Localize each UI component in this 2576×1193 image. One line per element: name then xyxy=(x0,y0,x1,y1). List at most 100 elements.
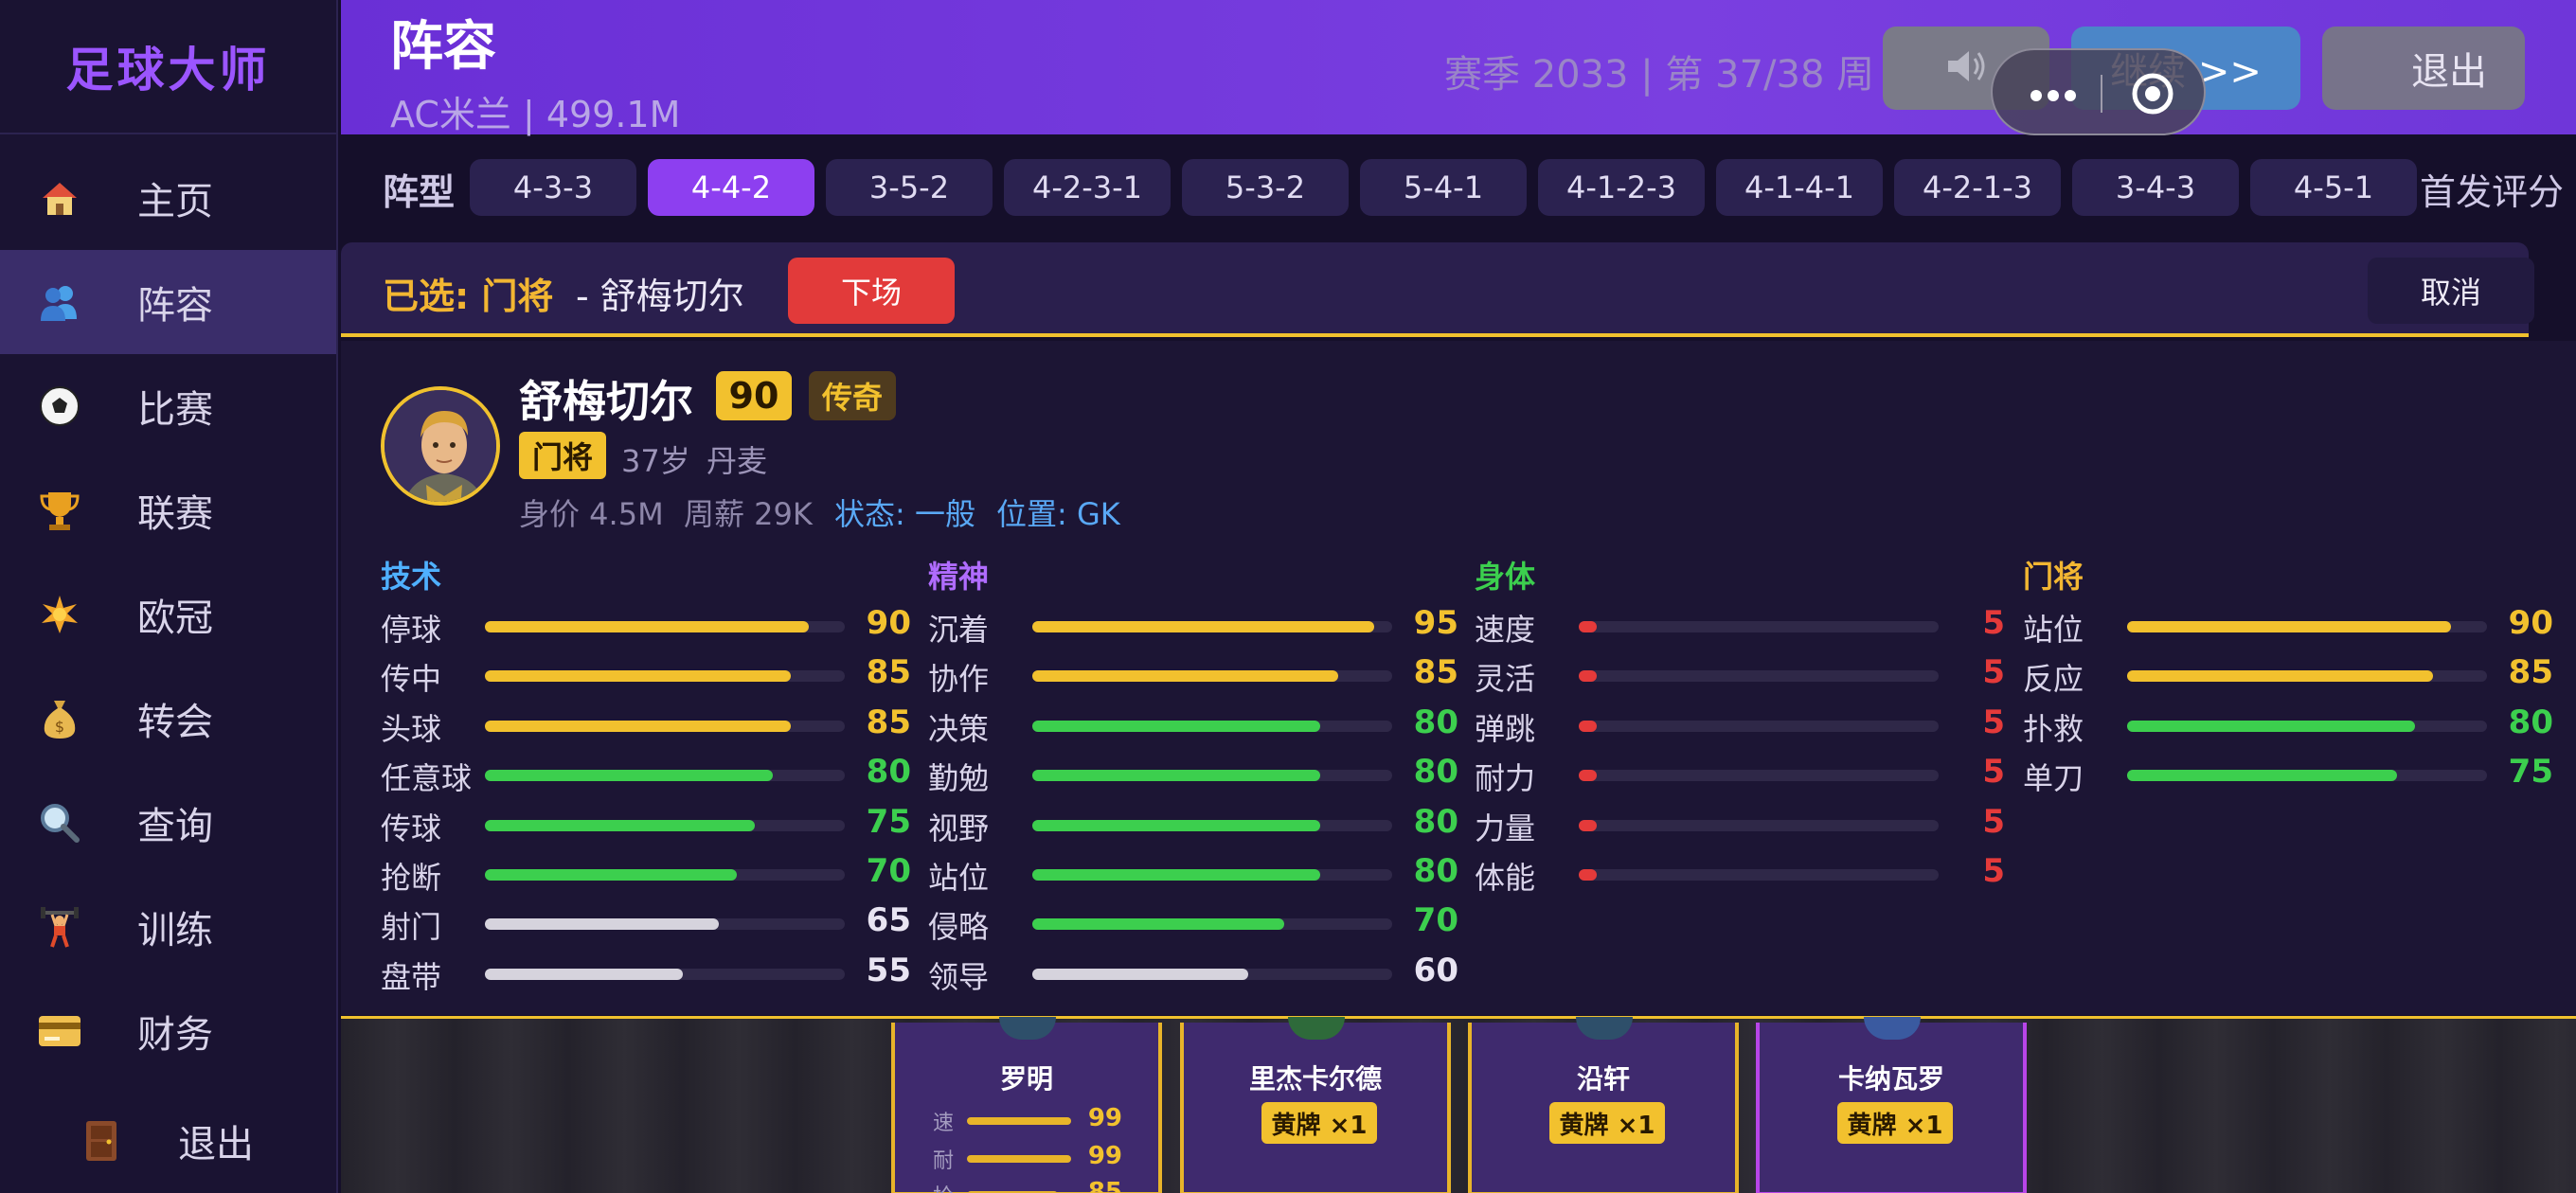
attribute-bar-fill xyxy=(485,918,719,931)
attribute-row: 侵略 70 xyxy=(928,899,1458,949)
sidebar-item[interactable]: 主页 xyxy=(0,146,336,250)
player-detail-panel: 舒梅切尔 90 传奇 门将 37岁 丹麦 身价 4.5M 周薪 29K 状态: … xyxy=(341,341,2576,1015)
attribute-value: 70 xyxy=(1413,901,1458,940)
formation-option[interactable]: 4-2-3-1 xyxy=(1004,159,1171,216)
player-position-code: 位置: GK xyxy=(996,496,1120,532)
attribute-value: 85 xyxy=(2508,653,2553,692)
attribute-bar-fill xyxy=(1032,968,1248,980)
attribute-value: 80 xyxy=(1413,851,1458,890)
player-value: 身价 4.5M xyxy=(519,496,664,532)
pitch-player-card[interactable]: 罗明 速 99 耐 99 抢 85 xyxy=(891,1017,1162,1193)
tier-badge: 传奇 xyxy=(809,371,896,420)
goalkeeping-attributes: 门将 站位 90 反应 85 扑救 80 单刀 75 xyxy=(2023,553,2553,801)
attribute-row: 任意球 80 xyxy=(381,751,911,800)
formation-option[interactable]: 4-3-3 xyxy=(470,159,636,216)
sidebar-item[interactable]: 比赛 xyxy=(0,354,336,458)
formation-option[interactable]: 5-3-2 xyxy=(1182,159,1349,216)
close-target-icon[interactable] xyxy=(2130,71,2175,116)
attribute-value: 55 xyxy=(866,951,911,989)
attribute-row: 勤勉 80 xyxy=(928,751,1458,800)
attribute-value: 80 xyxy=(866,753,911,792)
attribute-bar xyxy=(1032,670,1392,683)
sidebar-exit-label: 退出 xyxy=(178,1123,254,1166)
formation-option[interactable]: 4-1-2-3 xyxy=(1538,159,1705,216)
trophy-icon xyxy=(36,487,83,534)
attribute-name: 速度 xyxy=(1475,612,1536,648)
player-head xyxy=(1288,1017,1345,1040)
formation-option[interactable]: 4-1-4-1 xyxy=(1716,159,1883,216)
attribute-name: 任意球 xyxy=(381,760,473,797)
overall-rating-badge: 90 xyxy=(716,371,792,420)
attribute-bar-fill xyxy=(485,868,737,881)
attribute-bar xyxy=(485,968,845,980)
attribute-row: 传球 75 xyxy=(381,801,911,850)
mini-stat-value: 99 xyxy=(1087,1104,1122,1132)
attribute-bar-fill xyxy=(2127,770,2397,782)
substitute-off-button[interactable]: 下场 xyxy=(788,258,955,324)
more-icon[interactable] xyxy=(2029,79,2078,107)
player-head xyxy=(999,1017,1056,1040)
attribute-bar-fill xyxy=(2127,670,2433,683)
formation-option[interactable]: 4-5-1 xyxy=(2250,159,2417,216)
attribute-row: 射门 65 xyxy=(381,899,911,949)
attribute-bar-fill xyxy=(485,968,683,980)
attribute-bar-fill xyxy=(1579,770,1597,782)
attribute-name: 停球 xyxy=(381,612,442,648)
attribute-bar-fill xyxy=(485,720,791,732)
sidebar-item-label: 欧冠 xyxy=(137,596,213,640)
attribute-name: 站位 xyxy=(928,859,990,896)
attribute-bar-fill xyxy=(1579,670,1597,683)
player-status: 状态: 一般 xyxy=(834,496,975,532)
mini-stat-label: 耐 xyxy=(933,1149,955,1173)
sidebar-item[interactable]: $ 转会 xyxy=(0,667,336,771)
attribute-value: 80 xyxy=(1413,802,1458,841)
attribute-value: 85 xyxy=(866,653,911,692)
app-brand: 足球大师 xyxy=(0,0,336,134)
attribute-row: 弹跳 5 xyxy=(1475,702,2005,751)
attribute-value: 90 xyxy=(2508,604,2553,642)
formation-label: 阵型 xyxy=(383,171,456,213)
attribute-row: 体能 5 xyxy=(1475,850,2005,899)
attribute-bar xyxy=(485,819,845,831)
attribute-name: 传球 xyxy=(381,810,442,846)
formation-option[interactable]: 4-2-1-3 xyxy=(1894,159,2061,216)
yellow-card-badge: 黄牌 ×1 xyxy=(1549,1102,1665,1144)
selected-position: 已选: 门将 xyxy=(383,276,554,317)
attribute-bar-fill xyxy=(1579,868,1597,881)
pitch-player-card[interactable]: 里杰卡尔德 黄牌 ×1 xyxy=(1180,1017,1451,1193)
pitch-player-card[interactable]: 沿轩 黄牌 ×1 xyxy=(1468,1017,1739,1193)
sidebar-item[interactable]: 联赛 xyxy=(0,458,336,562)
sidebar-item[interactable]: 查询 xyxy=(0,771,336,875)
sidebar-item[interactable]: 阵容 xyxy=(0,250,336,354)
formation-option[interactable]: 3-4-3 xyxy=(2072,159,2239,216)
mini-program-capsule[interactable] xyxy=(1991,48,2206,135)
cancel-button[interactable]: 取消 xyxy=(2368,258,2534,324)
sidebar-item[interactable]: 财务 xyxy=(0,979,336,1083)
money-bag-icon: $ xyxy=(36,695,83,742)
attribute-name: 射门 xyxy=(381,909,442,946)
sidebar-item[interactable]: 欧冠 xyxy=(0,562,336,667)
attribute-name: 弹跳 xyxy=(1475,710,1536,747)
door-icon xyxy=(78,1117,125,1165)
sidebar-exit[interactable]: 退出 xyxy=(0,1089,336,1193)
attribute-name: 抢断 xyxy=(381,859,442,896)
formation-option[interactable]: 3-5-2 xyxy=(826,159,993,216)
attribute-bar xyxy=(1032,968,1392,980)
quit-button[interactable]: 退出 xyxy=(2322,27,2525,110)
mini-stat-value: 99 xyxy=(1087,1142,1122,1170)
pitch-player-card[interactable]: 卡纳瓦罗 黄牌 ×1 xyxy=(1756,1017,2027,1193)
starting-rating-label[interactable]: 首发评分 xyxy=(2420,163,2564,215)
attribute-name: 传中 xyxy=(381,661,442,698)
formation-option[interactable]: 5-4-1 xyxy=(1360,159,1527,216)
attribute-value: 5 xyxy=(1982,703,2005,741)
attribute-value: 95 xyxy=(1413,604,1458,642)
yellow-card-badge: 黄牌 ×1 xyxy=(1261,1102,1377,1144)
attribute-row: 速度 5 xyxy=(1475,602,2005,651)
users-icon xyxy=(36,278,83,326)
formation-option[interactable]: 4-4-2 xyxy=(648,159,814,216)
sidebar-item[interactable]: 训练 xyxy=(0,875,336,979)
attribute-name: 决策 xyxy=(928,710,990,747)
sidebar-item-label: 阵容 xyxy=(137,284,213,328)
mini-stat-label: 速 xyxy=(933,1112,955,1135)
player-wage: 周薪 29K xyxy=(684,496,813,532)
